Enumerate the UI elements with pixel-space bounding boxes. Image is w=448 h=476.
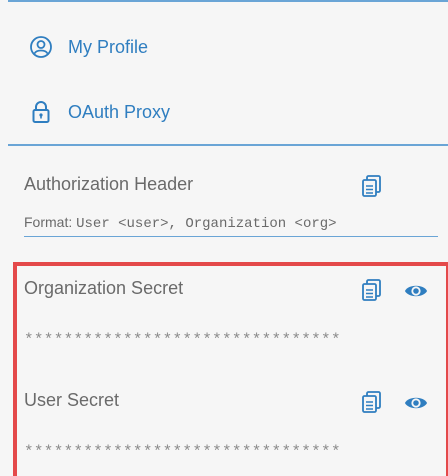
user-secret-masked-value[interactable]: ******************************** <box>24 443 341 461</box>
top-divider <box>8 0 448 2</box>
copy-icon[interactable] <box>360 278 384 302</box>
hint-prefix: Format: <box>24 214 73 230</box>
nav-item-label: My Profile <box>68 36 149 57</box>
lock-icon <box>28 99 54 125</box>
copy-icon[interactable] <box>360 174 384 198</box>
nav-item-my-profile[interactable]: My Profile <box>28 34 148 60</box>
section-divider <box>8 144 448 146</box>
profile-icon <box>28 34 54 60</box>
eye-icon[interactable] <box>404 279 428 303</box>
org-secret-label: Organization Secret <box>24 278 184 298</box>
hint-format: User <user>, Organization <org> <box>76 216 337 232</box>
org-secret-masked-value[interactable]: ******************************** <box>24 331 341 349</box>
eye-icon[interactable] <box>404 391 428 415</box>
user-secret-label: User Secret <box>24 390 120 410</box>
auth-header-format-hint: Format: User <user>, Organization <org> <box>24 214 337 232</box>
nav-item-oauth-proxy[interactable]: OAuth Proxy <box>28 99 170 125</box>
auth-header-underline <box>24 236 438 237</box>
auth-header-label: Authorization Header <box>24 174 194 194</box>
nav-item-label: OAuth Proxy <box>68 101 171 122</box>
copy-icon[interactable] <box>360 390 384 414</box>
